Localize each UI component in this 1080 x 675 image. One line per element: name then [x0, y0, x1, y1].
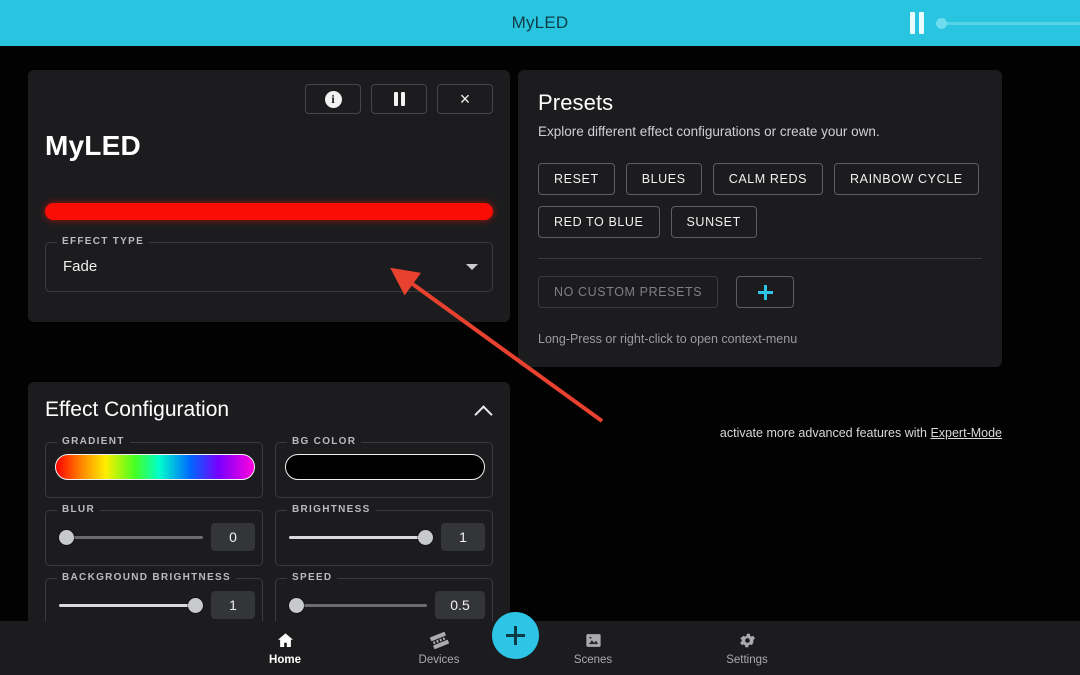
image-icon — [583, 630, 603, 650]
presets-subtitle: Explore different effect configurations … — [538, 124, 880, 139]
gear-icon — [737, 630, 757, 650]
home-icon — [275, 630, 295, 650]
nav-item-settings[interactable]: Settings — [670, 630, 824, 666]
add-fab-button[interactable] — [492, 612, 539, 659]
left-column: i × MyLED EFFECT TYPE Fade — [28, 70, 510, 322]
device-color-bar[interactable] — [45, 203, 493, 220]
brightness-field[interactable]: BRIGHTNESS 1 — [275, 504, 493, 566]
info-button[interactable]: i — [305, 84, 361, 114]
plus-icon — [506, 626, 525, 645]
slider-track — [59, 604, 203, 607]
preset-chip-rainbow-cycle[interactable]: RAINBOW CYCLE — [834, 163, 979, 195]
bg-color-swatch[interactable] — [285, 454, 485, 480]
device-card: i × MyLED EFFECT TYPE Fade — [28, 70, 510, 322]
slider-track — [289, 536, 433, 539]
close-icon: × — [459, 89, 471, 109]
custom-presets-row: NO CUSTOM PRESETS — [538, 276, 982, 308]
pause-icon[interactable] — [910, 12, 926, 34]
pause-button[interactable] — [371, 84, 427, 114]
chevron-up-icon[interactable] — [474, 405, 493, 424]
presets-divider — [538, 258, 982, 259]
background-brightness-legend: BACKGROUND BRIGHTNESS — [57, 572, 236, 583]
nav-label-scenes: Scenes — [573, 654, 613, 666]
device-card-actions: i × — [305, 84, 493, 114]
preset-chip-sunset[interactable]: SUNSET — [670, 206, 757, 238]
effect-configuration-fields: GRADIENT BG COLOR BLUR 0 BRIGHTNESS 1 BA… — [45, 436, 493, 634]
effect-type-value: Fade — [63, 258, 98, 275]
presets-hint: Long-Press or right-click to open contex… — [538, 332, 798, 346]
effect-type-select[interactable]: EFFECT TYPE Fade — [45, 236, 493, 292]
gradient-field[interactable]: GRADIENT — [45, 436, 263, 498]
device-title: MyLED — [45, 130, 141, 161]
slider-thumb[interactable] — [188, 598, 203, 613]
gradient-swatch[interactable] — [55, 454, 255, 480]
bg-color-legend: BG COLOR — [287, 436, 362, 447]
blur-legend: BLUR — [57, 504, 100, 515]
speed-legend: SPEED — [287, 572, 338, 583]
brightness-legend: BRIGHTNESS — [287, 504, 376, 515]
slider-track — [59, 536, 203, 539]
expert-mode-text: activate more advanced features with — [719, 426, 931, 440]
slider-track — [940, 22, 1080, 25]
brightness-slider[interactable] — [289, 524, 433, 550]
page-content: i × MyLED EFFECT TYPE Fade Effect Config… — [0, 46, 1080, 669]
background-brightness-slider[interactable] — [59, 592, 203, 618]
blur-value[interactable]: 0 — [211, 523, 255, 551]
preset-chip-reset[interactable]: RESET — [538, 163, 615, 195]
plus-icon — [757, 284, 773, 300]
info-icon: i — [324, 90, 342, 108]
nav-label-home: Home — [269, 654, 301, 666]
nav-item-home[interactable]: Home — [208, 630, 362, 666]
slider-thumb[interactable] — [936, 18, 947, 29]
no-custom-presets-label: NO CUSTOM PRESETS — [538, 276, 719, 308]
film-strip-icon — [429, 630, 449, 650]
bg-color-field[interactable]: BG COLOR — [275, 436, 493, 498]
bottom-navigation: Home Devices Scenes Settings — [0, 621, 1080, 675]
add-custom-preset-button[interactable] — [736, 276, 795, 308]
presets-title: Presets — [538, 90, 614, 115]
slider-thumb[interactable] — [418, 530, 433, 545]
preset-chip-calm-reds[interactable]: CALM REDS — [712, 163, 824, 195]
master-brightness-slider[interactable] — [936, 13, 1080, 33]
expert-mode-note: activate more advanced features with Exp… — [518, 426, 1002, 440]
slider-thumb[interactable] — [289, 598, 304, 613]
blur-field[interactable]: BLUR 0 — [45, 504, 263, 566]
close-button[interactable]: × — [437, 84, 493, 114]
effect-type-legend: EFFECT TYPE — [57, 236, 150, 247]
preset-chip-red-to-blue[interactable]: RED TO BLUE — [538, 206, 660, 238]
slider-track — [289, 604, 427, 607]
preset-chip-list: RESET BLUES CALM REDS RAINBOW CYCLE RED … — [538, 163, 982, 238]
presets-card: Presets Explore different effect configu… — [518, 70, 1002, 367]
speed-value[interactable]: 0.5 — [435, 591, 485, 619]
chevron-down-icon[interactable] — [466, 264, 478, 270]
app-bar-actions — [910, 0, 1080, 46]
app-bar: MyLED — [0, 0, 1080, 46]
nav-item-scenes[interactable]: Scenes — [516, 630, 670, 666]
effect-configuration-title: Effect Configuration — [45, 398, 230, 421]
speed-slider[interactable] — [289, 592, 427, 618]
pause-icon — [393, 92, 405, 106]
blur-slider[interactable] — [59, 524, 203, 550]
background-brightness-value[interactable]: 1 — [211, 591, 255, 619]
app-bar-title: MyLED — [511, 13, 569, 32]
expert-mode-link[interactable]: Expert-Mode — [930, 426, 1002, 440]
preset-chip-blues[interactable]: BLUES — [625, 163, 702, 195]
gradient-legend: GRADIENT — [57, 436, 130, 447]
nav-label-settings: Settings — [726, 654, 768, 666]
nav-label-devices: Devices — [418, 654, 460, 666]
brightness-value[interactable]: 1 — [441, 523, 485, 551]
slider-thumb[interactable] — [59, 530, 74, 545]
